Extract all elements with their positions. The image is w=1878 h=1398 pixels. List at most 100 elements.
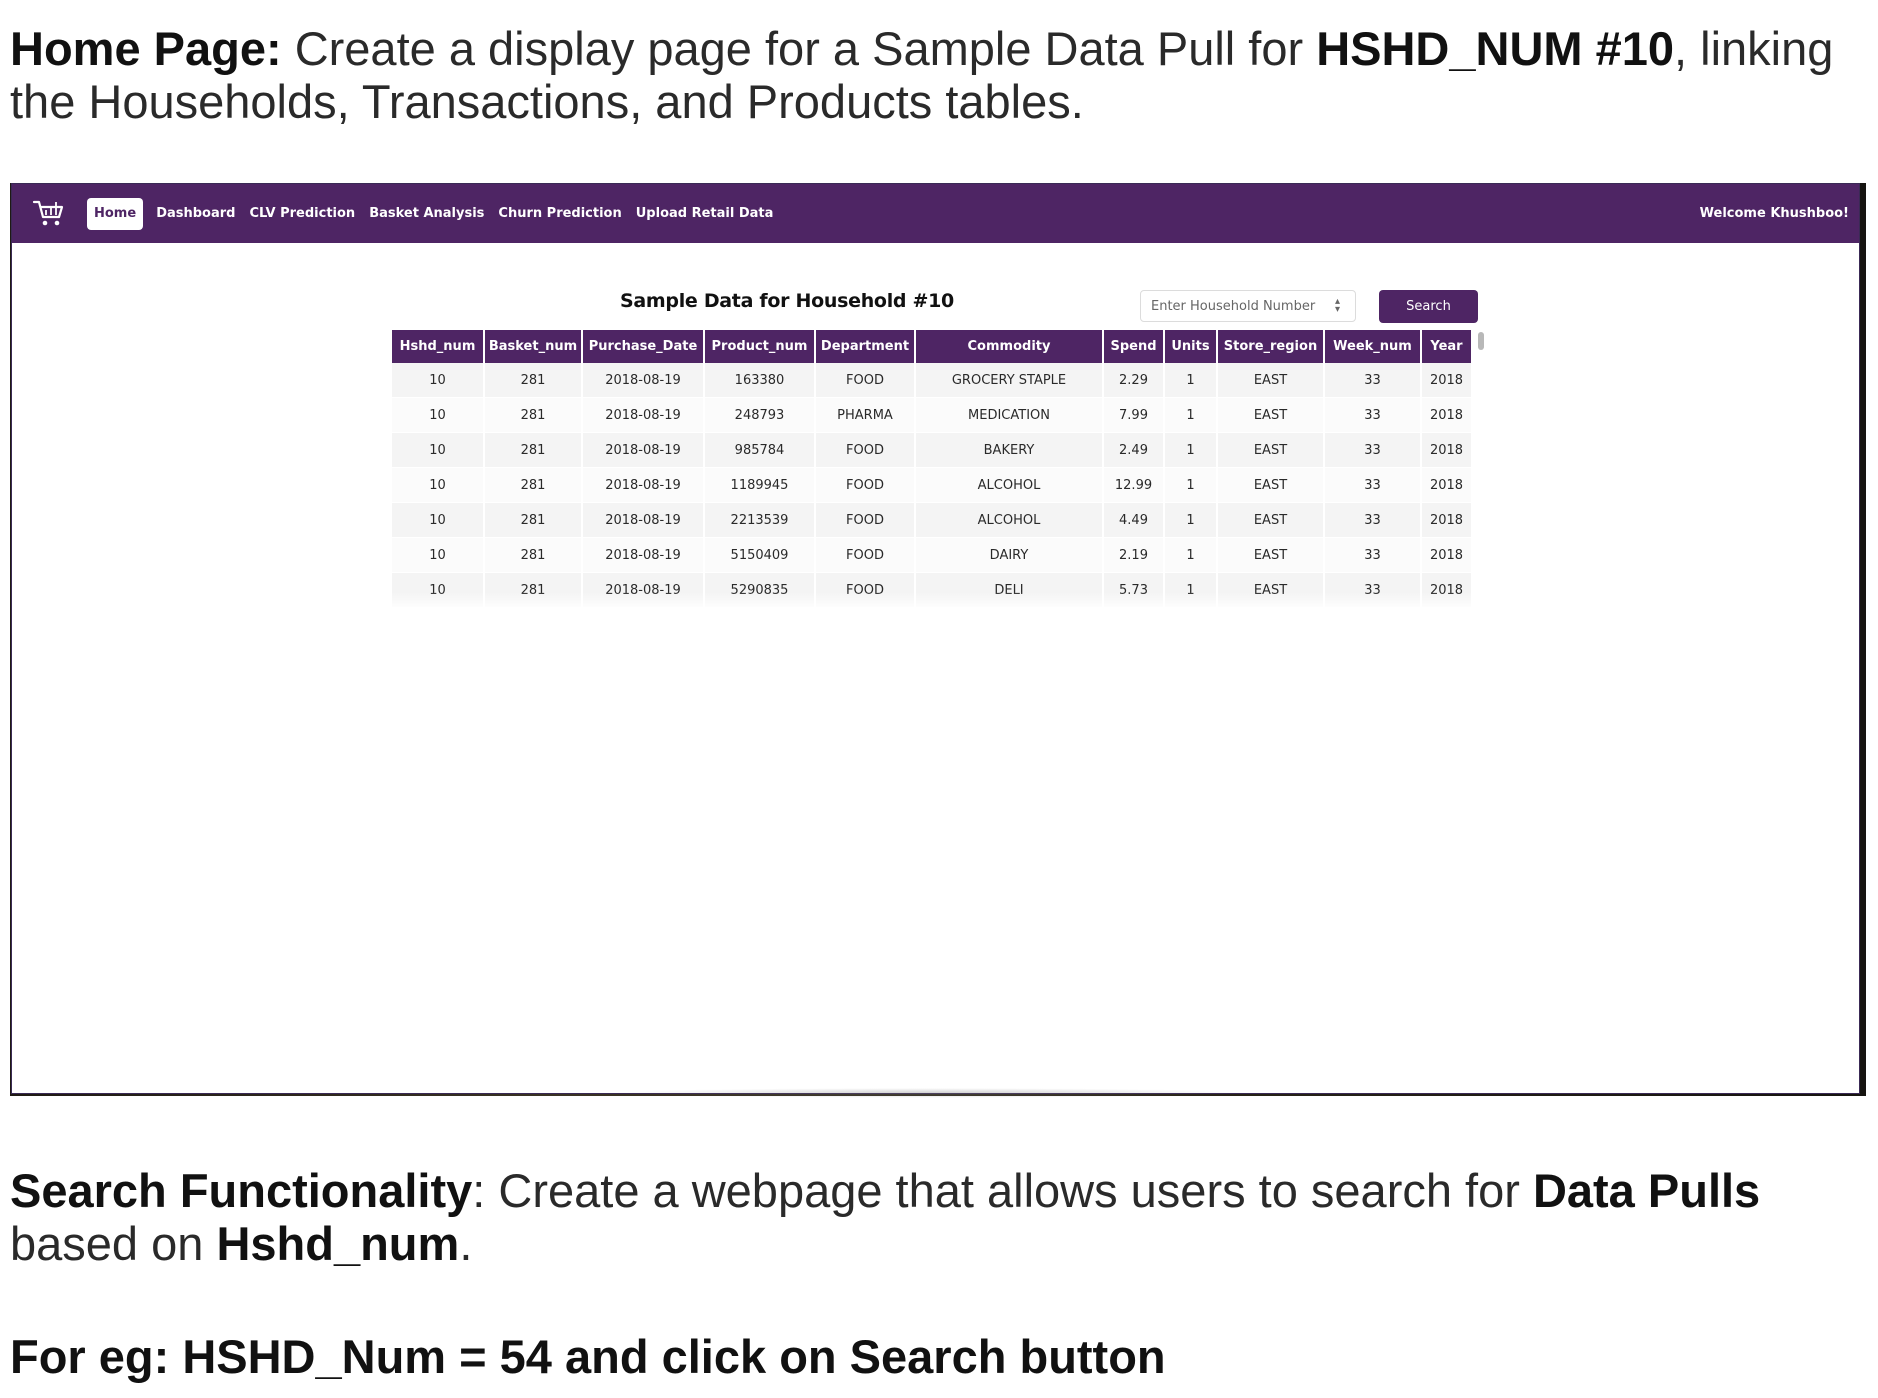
intro-label: Home Page: xyxy=(10,22,282,75)
table-cell: 2018 xyxy=(1421,363,1473,398)
table-cell: FOOD xyxy=(815,537,916,573)
table-header-row: Hshd_num Basket_num Purchase_Date Product_n… xyxy=(392,330,1473,363)
table-cell: FOOD xyxy=(815,363,916,398)
table-row: 10 281 2018-08-19 985784 FOOD BAKERY 2.49 1 EAST… xyxy=(392,432,1473,468)
search-section-bold-2: Hshd_num xyxy=(216,1217,460,1270)
table-cell: 248793 xyxy=(704,397,816,433)
data-table: Hshd_num Basket_num Purchase_Date Product_n… xyxy=(392,330,1473,607)
table-cell: 281 xyxy=(484,363,583,398)
nav-churn-prediction[interactable]: Churn Prediction xyxy=(491,198,628,230)
table-cell: EAST xyxy=(1217,432,1325,468)
table-cell: BAKERY xyxy=(915,432,1104,468)
table-cell: 33 xyxy=(1324,467,1422,503)
nav-home[interactable]: Home xyxy=(87,198,144,230)
table-cell: 1 xyxy=(1164,467,1218,503)
app-screenshot: Home Dashboard CLV Prediction Basket Ana… xyxy=(10,183,1866,1098)
nav-upload-retail-data[interactable]: Upload Retail Data xyxy=(629,198,781,230)
table-cell: 10 xyxy=(392,432,485,468)
table-cell: MEDICATION xyxy=(915,397,1104,433)
table-row: 10 281 2018-08-19 2213539 FOOD ALCOHOL 4.49 1 EA… xyxy=(392,502,1473,538)
table-cell: 33 xyxy=(1324,397,1422,433)
table-cell: EAST xyxy=(1217,363,1325,398)
table-cell: 1 xyxy=(1164,397,1218,433)
table-cell: 4.49 xyxy=(1103,502,1165,538)
table-cell: 2018-08-19 xyxy=(582,502,705,538)
table-cell: 2.29 xyxy=(1103,363,1165,398)
table-fade xyxy=(392,592,1485,608)
table-cell: ALCOHOL xyxy=(915,467,1104,503)
welcome-message: Welcome Khushboo! xyxy=(1699,206,1849,221)
shopping-cart-icon[interactable] xyxy=(32,198,66,228)
table-cell: 1189945 xyxy=(704,467,816,503)
table-cell: 1 xyxy=(1164,502,1218,538)
table-cell: 33 xyxy=(1324,537,1422,573)
table-row: 10 281 2018-08-19 1189945 FOOD ALCOHOL 12.99 1 E… xyxy=(392,467,1473,503)
search-section-text-2: based on xyxy=(10,1217,217,1270)
intro-paragraph: Home Page: Create a display page for a S… xyxy=(10,22,1870,128)
nav-clv-prediction[interactable]: CLV Prediction xyxy=(242,198,362,230)
table-row: 10 281 2018-08-19 5150409 FOOD DAIRY 2.19 1 EAST… xyxy=(392,537,1473,573)
shadow-decoration xyxy=(610,1088,1250,1098)
search-section-label: Search Functionality xyxy=(10,1164,473,1217)
table-body: 10 281 2018-08-19 163380 FOOD GROCERY STAPLE 2… xyxy=(392,363,1473,607)
navbar: Home Dashboard CLV Prediction Basket Ana… xyxy=(12,184,1859,243)
table-cell: EAST xyxy=(1217,467,1325,503)
table-cell: PHARMA xyxy=(815,397,916,433)
table-cell: 10 xyxy=(392,467,485,503)
table-cell: 1 xyxy=(1164,363,1218,398)
table-cell: 1 xyxy=(1164,537,1218,573)
intro-text-1: Create a display page for a Sample Data … xyxy=(281,22,1317,75)
column-header: Spend xyxy=(1103,330,1165,363)
table-cell: DAIRY xyxy=(915,537,1104,573)
table-cell: GROCERY STAPLE xyxy=(915,363,1104,398)
table-cell: 1 xyxy=(1164,432,1218,468)
table-cell: 2018 xyxy=(1421,397,1473,433)
table-cell: 10 xyxy=(392,363,485,398)
nav-basket-analysis[interactable]: Basket Analysis xyxy=(362,198,491,230)
column-header: Product_num xyxy=(704,330,816,363)
table-cell: 2018-08-19 xyxy=(582,397,705,433)
data-table-container[interactable]: Hshd_num Basket_num Purchase_Date Product_n… xyxy=(392,330,1485,607)
search-section-bold-1: Data Pulls xyxy=(1532,1164,1761,1217)
table-cell: 2018 xyxy=(1421,502,1473,538)
table-cell: 33 xyxy=(1324,363,1422,398)
table-cell: ALCOHOL xyxy=(915,502,1104,538)
table-cell: 2213539 xyxy=(704,502,816,538)
search-button[interactable]: Search xyxy=(1379,290,1478,323)
search-functionality-paragraph: Search Functionality: Create a webpage t… xyxy=(10,1164,1870,1270)
nav-dashboard[interactable]: Dashboard xyxy=(149,198,242,230)
column-header: Hshd_num xyxy=(392,330,485,363)
column-header: Purchase_Date xyxy=(582,330,705,363)
table-cell: 2018-08-19 xyxy=(582,537,705,573)
table-cell: 985784 xyxy=(704,432,816,468)
table-cell: 2018 xyxy=(1421,537,1473,573)
page-title: Sample Data for Household #10 xyxy=(620,290,954,312)
column-header: Basket_num xyxy=(484,330,583,363)
table-cell: 10 xyxy=(392,397,485,433)
example-paragraph: For eg: HSHD_Num = 54 and click on Searc… xyxy=(10,1330,1870,1383)
table-cell: 2018-08-19 xyxy=(582,432,705,468)
table-cell: EAST xyxy=(1217,397,1325,433)
column-header: Units xyxy=(1164,330,1218,363)
table-cell: 12.99 xyxy=(1103,467,1165,503)
table-cell: FOOD xyxy=(815,502,916,538)
table-cell: 2018 xyxy=(1421,467,1473,503)
table-cell: EAST xyxy=(1217,502,1325,538)
table-cell: 7.99 xyxy=(1103,397,1165,433)
table-cell: FOOD xyxy=(815,432,916,468)
table-cell: 10 xyxy=(392,502,485,538)
table-cell: 281 xyxy=(484,467,583,503)
column-header: Year xyxy=(1421,330,1473,363)
table-cell: 281 xyxy=(484,537,583,573)
search-section-text-3: . xyxy=(459,1217,473,1270)
table-cell: 2018 xyxy=(1421,432,1473,468)
table-cell: 281 xyxy=(484,502,583,538)
column-header: Store_region xyxy=(1217,330,1325,363)
app-window: Home Dashboard CLV Prediction Basket Ana… xyxy=(11,183,1860,1094)
table-cell: 10 xyxy=(392,537,485,573)
household-number-input[interactable] xyxy=(1140,290,1356,322)
table-cell: 2.49 xyxy=(1103,432,1165,468)
table-cell: 281 xyxy=(484,397,583,433)
table-scrollbar[interactable] xyxy=(1478,332,1484,350)
table-cell: 163380 xyxy=(704,363,816,398)
